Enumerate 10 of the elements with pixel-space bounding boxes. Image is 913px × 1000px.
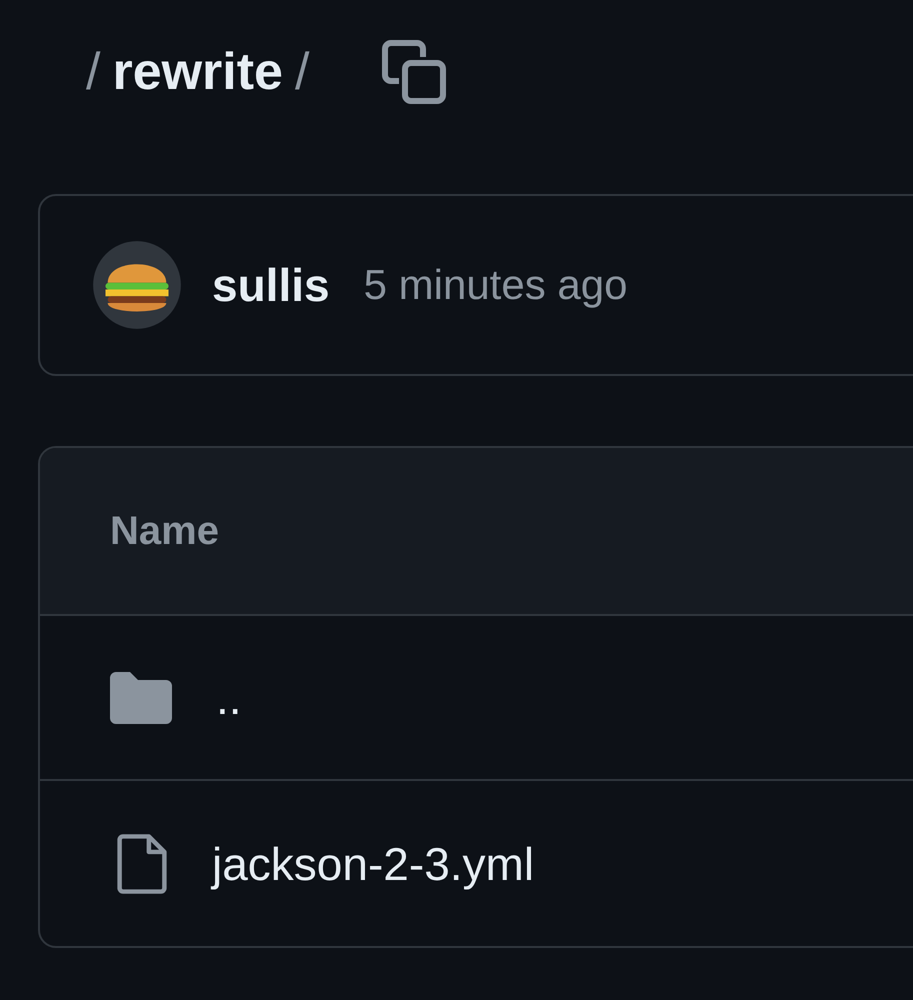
commit-time: 5 minutes ago [364, 261, 628, 309]
path-separator: / [294, 42, 310, 102]
path-separator: / [86, 42, 100, 102]
file-link[interactable]: jackson-2-3.yml [212, 836, 534, 890]
author-link[interactable]: sullis [212, 258, 330, 312]
column-header: Name [110, 508, 219, 554]
avatar-icon[interactable] [92, 240, 182, 330]
path-link[interactable]: rewrite [112, 42, 283, 102]
copy-icon[interactable] [381, 39, 448, 105]
file-link[interactable]: .. [216, 670, 242, 724]
